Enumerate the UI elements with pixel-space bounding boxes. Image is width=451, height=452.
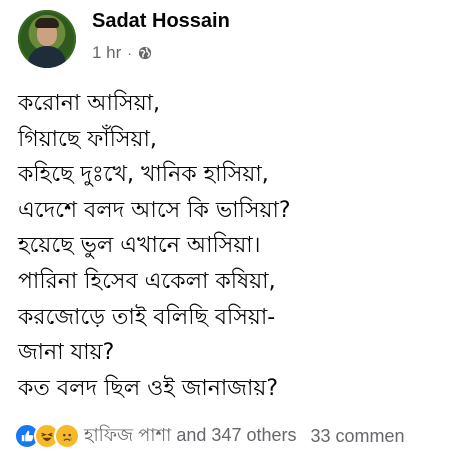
- poem-line: করজোড়ে তাই বলিছি বসিয়া-: [18, 304, 276, 330]
- avatar-hair-shape: [35, 18, 59, 28]
- avatar-body-shape: [28, 46, 66, 68]
- reactors-text[interactable]: হাফিজ পাশা and 347 others: [84, 421, 297, 452]
- poem-line: করোনা আসিয়া,: [18, 91, 161, 116]
- post-text: করোনা আসিয়া, গিয়াছে ফাঁসিয়া, কহিছে দু…: [18, 86, 443, 406]
- poem-line: এদেশে বলদ আসে কি ভাসিয়া?: [18, 197, 291, 223]
- meta-separator: ·: [127, 45, 132, 61]
- post-footer: হাফিজ পাশা and 347 others 33 commen: [14, 423, 451, 449]
- poem-line: কত বলদ ছিল ওই জানাজায়?: [18, 375, 278, 401]
- author-name[interactable]: Sadat Hossain: [92, 10, 230, 33]
- poem-line: হয়েছে ভুল এখানে আসিয়া।: [18, 233, 261, 259]
- post-header: Sadat Hossain 1 hr ·: [16, 10, 446, 70]
- globe-icon[interactable]: [138, 46, 152, 60]
- post-meta: 1 hr ·: [92, 43, 152, 63]
- poem-line: গিয়াছে ফাঁসিয়া,: [18, 126, 157, 152]
- post-time[interactable]: 1 hr: [92, 43, 121, 63]
- poem-line: কহিছে দুঃখে, খানিক হাসিয়া,: [18, 162, 269, 188]
- sad-icon: [54, 423, 80, 449]
- poem-line: পারিনা হিসেব একেলা কষিয়া,: [18, 268, 276, 294]
- comments-count[interactable]: 33 commen: [311, 426, 405, 447]
- poem-line: জানা যায়?: [18, 340, 115, 366]
- avatar[interactable]: [18, 10, 76, 68]
- reaction-summary[interactable]: [14, 423, 80, 449]
